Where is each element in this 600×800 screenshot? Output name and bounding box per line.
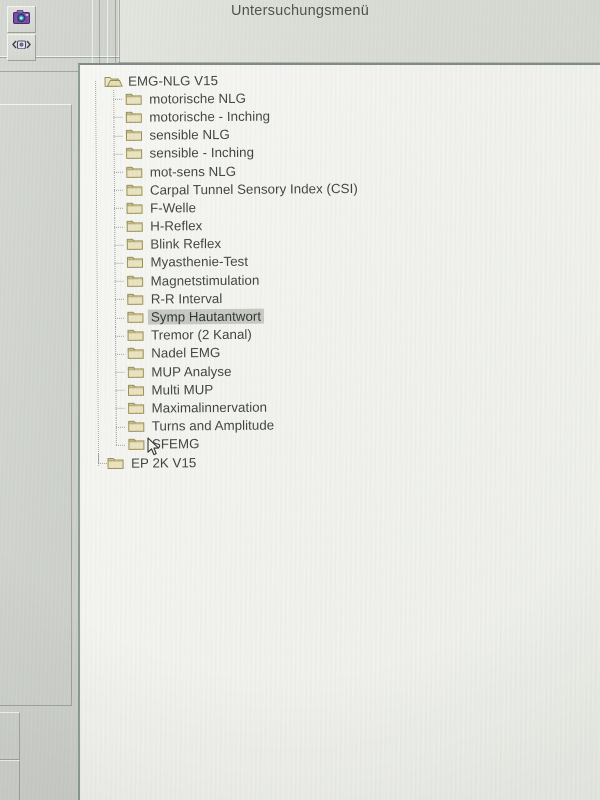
tree-connector [116,417,127,435]
folder-icon[interactable] [126,147,143,160]
folder-icon[interactable] [127,383,145,396]
folder-icon[interactable] [126,238,143,251]
tree-connector [113,108,124,126]
tree-connector [113,90,124,108]
tree-connector [115,345,126,363]
tree-connector [113,126,124,144]
folder-icon[interactable] [127,311,144,324]
tree-node-label: Turns and Amplitude [151,417,275,434]
tree-connector [115,308,126,326]
tree-node-label: Tremor (2 Kanal) [151,326,252,343]
tree-connector [114,254,125,272]
tree-connector [114,145,125,163]
tree-node[interactable]: EP 2K V15 [97,450,600,472]
tree-connector [115,290,126,308]
sidebar-frame-main [0,104,72,706]
tree-node-label: F-Welle [150,200,197,216]
tree-connector [115,363,126,381]
transfer-icon [12,38,31,57]
tree-node-label: Carpal Tunnel Sensory Index (CSI) [149,180,358,198]
folder-icon[interactable] [107,456,124,469]
folder-icon[interactable] [125,111,142,124]
tree-node-label: Maximalinnervation [151,399,268,416]
tree-connector [114,181,125,199]
folder-icon[interactable] [126,165,143,178]
tree-node-label: motorische NLG [149,90,247,107]
tree-node-label: mot-sens NLG [149,163,237,180]
folder-icon[interactable] [127,347,144,360]
tree-node-label: Magnetstimulation [150,272,260,289]
folder-icon[interactable] [125,129,143,142]
tree-node-label: sensible NLG [149,127,230,143]
tree-connector [114,163,125,181]
folder-icon[interactable] [126,183,143,196]
folder-icon[interactable] [126,256,144,269]
folder-icon[interactable] [127,365,144,378]
tree-node-label: MUP Analyse [151,363,232,380]
folder-icon[interactable] [126,220,143,233]
folder-open-icon[interactable] [104,74,123,87]
tree-node-label: motorische - Inching [149,108,271,125]
snapshot-button[interactable] [7,6,36,33]
folder-icon[interactable] [126,202,143,215]
camera-icon [13,10,30,29]
folder-icon[interactable] [127,274,144,287]
tree-node-label: R-R Interval [150,290,223,307]
tree-node-label: Symp Hautantwort [147,308,265,325]
tree-connector [114,199,125,217]
transfer-button[interactable] [7,34,36,61]
folder-icon[interactable] [128,420,145,433]
folder-icon[interactable] [127,329,144,342]
tree-connector [115,381,126,399]
tree-node-label: H-Reflex [150,218,203,234]
folder-icon[interactable] [128,438,145,451]
tree-node-label: SFEMG [151,436,200,452]
tree-node-label: EMG-NLG V15 [128,72,219,89]
examination-tree-panel[interactable]: EMG-NLG V15 motorische NLG motorische - In… [78,63,600,800]
tree-connector [114,217,125,235]
tree-node-label: Blink Reflex [150,236,222,252]
tree-connector [115,326,126,344]
tree-connector [116,436,127,454]
screen: Untersuchungsmenü EMG-NLG V15 motorische… [0,0,600,800]
tree-node-list: EMG-NLG V15 motorische NLG motorische - In… [94,68,600,472]
tree-node-label: Nadel EMG [151,345,221,361]
tree-connector [114,235,125,253]
tree-connector [116,399,127,417]
tree-node-label: Multi MUP [151,381,214,398]
sidebar-frame-lower-2 [0,760,20,800]
sidebar-frame-lower-1 [0,712,20,760]
tree-connector [115,272,126,290]
tree-node-label: EP 2K V15 [131,454,197,471]
tree-node-label: sensible - Inching [149,145,255,161]
folder-icon[interactable] [127,292,144,305]
folder-icon[interactable] [125,92,142,105]
tree-node-label: Myasthenie-Test [150,254,249,271]
folder-icon[interactable] [128,402,145,415]
